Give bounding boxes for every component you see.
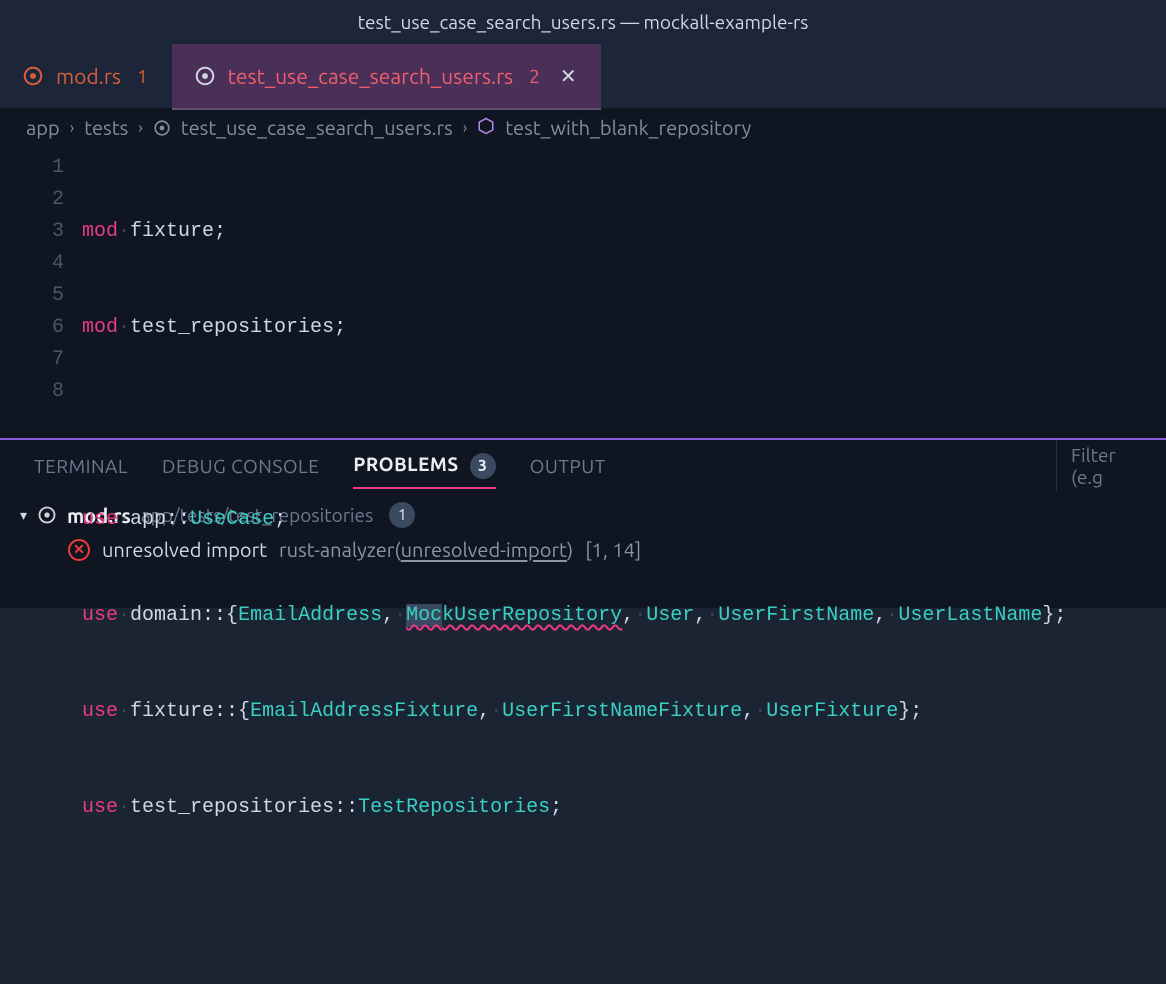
breadcrumb: app › tests › test_use_case_search_users… bbox=[0, 108, 1166, 148]
chevron-right-icon: › bbox=[70, 119, 75, 137]
problems-filter-input[interactable]: Filter (e.g bbox=[1056, 440, 1166, 491]
code-line[interactable] bbox=[82, 888, 1166, 920]
chevron-right-icon: › bbox=[463, 119, 468, 137]
line-number: 1 bbox=[0, 152, 64, 184]
window-title: test_use_case_search_users.rs — mockall-… bbox=[358, 11, 809, 33]
code-line[interactable]: mod·fixture; bbox=[82, 216, 1166, 248]
tab-label: mod.rs bbox=[56, 64, 121, 88]
symbol-method-icon bbox=[477, 117, 495, 139]
line-gutter: 1 2 3 4 5 6 7 8 bbox=[0, 152, 82, 438]
breadcrumb-file[interactable]: test_use_case_search_users.rs bbox=[181, 116, 453, 139]
panel-tabs: TERMINAL DEBUG CONSOLE PROBLEMS 3 OUTPUT… bbox=[0, 440, 1166, 492]
line-number: 4 bbox=[0, 248, 64, 280]
code-line[interactable]: use·domain::{EmailAddress,·MockUserRepos… bbox=[82, 600, 1166, 632]
code-editor[interactable]: 1 2 3 4 5 6 7 8 mod·fixture; mod·test_re… bbox=[0, 148, 1166, 440]
tab-problem-count: 2 bbox=[529, 65, 540, 87]
line-number: 2 bbox=[0, 184, 64, 216]
chevron-down-icon[interactable]: ▾ bbox=[20, 507, 27, 524]
editor-tabs: mod.rs 1 test_use_case_search_users.rs 2… bbox=[0, 44, 1166, 108]
rust-icon bbox=[22, 65, 44, 87]
breadcrumb-tests[interactable]: tests bbox=[84, 116, 128, 139]
tab-problems[interactable]: PROBLEMS 3 bbox=[353, 453, 495, 479]
line-number: 6 bbox=[0, 312, 64, 344]
code-line[interactable] bbox=[82, 408, 1166, 440]
tab-problems-label: PROBLEMS bbox=[353, 453, 458, 475]
tab-output[interactable]: OUTPUT bbox=[530, 455, 606, 477]
rust-icon bbox=[153, 119, 171, 137]
rust-icon bbox=[194, 65, 216, 87]
code-line[interactable]: use·test_repositories::TestRepositories; bbox=[82, 792, 1166, 824]
line-number: 7 bbox=[0, 344, 64, 376]
selection-error: Moc bbox=[406, 604, 442, 627]
breadcrumb-symbol[interactable]: test_with_blank_repository bbox=[505, 116, 751, 139]
code-line[interactable]: mod·test_repositories; bbox=[82, 312, 1166, 344]
code-line[interactable]: use·app::UseCase; bbox=[82, 504, 1166, 536]
line-number: 8 bbox=[0, 376, 64, 408]
code-content[interactable]: mod·fixture; mod·test_repositories; use·… bbox=[82, 152, 1166, 438]
tab-debug-console[interactable]: DEBUG CONSOLE bbox=[162, 455, 319, 477]
line-number: 5 bbox=[0, 280, 64, 312]
breadcrumb-app[interactable]: app bbox=[26, 116, 60, 139]
tab-test-use-case[interactable]: test_use_case_search_users.rs 2 ✕ bbox=[172, 44, 601, 108]
tab-label: test_use_case_search_users.rs bbox=[228, 64, 514, 88]
close-icon[interactable]: ✕ bbox=[560, 64, 577, 88]
tab-problem-count: 1 bbox=[137, 65, 148, 87]
code-line[interactable]: use·fixture::{EmailAddressFixture,·UserF… bbox=[82, 696, 1166, 728]
tab-terminal[interactable]: TERMINAL bbox=[34, 455, 128, 477]
problems-count-badge: 3 bbox=[470, 453, 496, 479]
chevron-right-icon: › bbox=[138, 119, 143, 137]
window-title-bar: test_use_case_search_users.rs — mockall-… bbox=[0, 0, 1166, 44]
filter-placeholder: Filter (e.g bbox=[1071, 444, 1152, 488]
line-number: 3 bbox=[0, 216, 64, 248]
rust-icon bbox=[37, 505, 57, 525]
tab-modrs[interactable]: mod.rs 1 bbox=[0, 44, 172, 108]
